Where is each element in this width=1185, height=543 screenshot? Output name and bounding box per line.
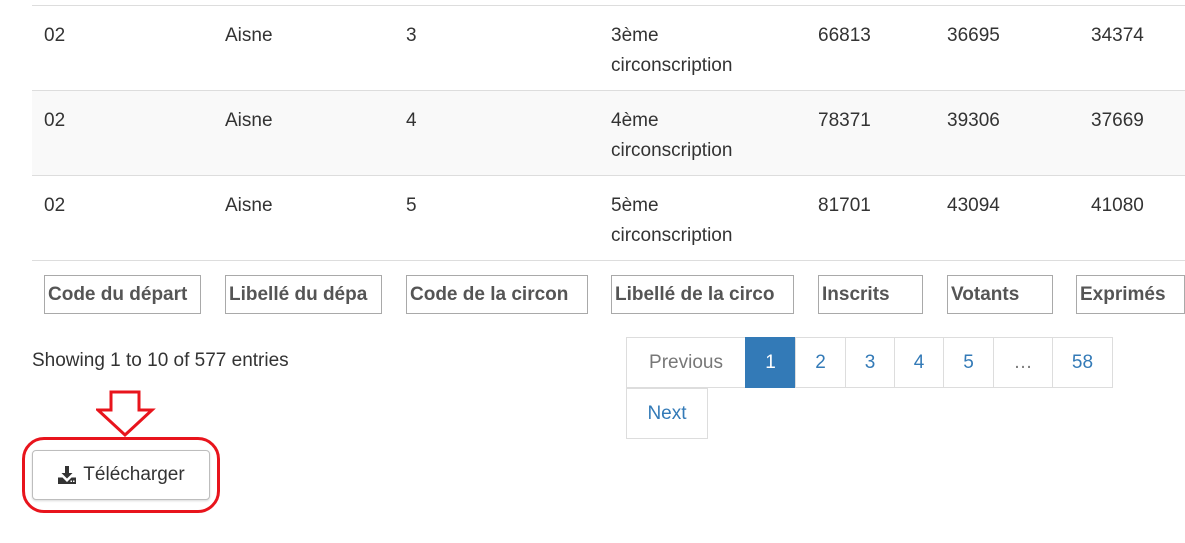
cell-circonscription-label: 3ème circonscription — [611, 25, 733, 76]
filter-circonscription-label-input[interactable] — [611, 275, 794, 314]
cell-exprimes: 34374 — [1091, 25, 1144, 46]
page-4-button[interactable]: 4 — [894, 337, 944, 388]
cell-inscrits: 78371 — [818, 110, 871, 131]
cell-votants: 43094 — [947, 195, 1000, 216]
table-row: 02 Aisne 4 4ème circonscription 78371 39… — [32, 91, 1185, 176]
page-58-button[interactable]: 58 — [1052, 337, 1113, 388]
page-5-button[interactable]: 5 — [943, 337, 994, 388]
pagination: Previous 1 2 3 4 5 … 58 Next — [626, 337, 1116, 442]
next-page-button[interactable]: Next — [626, 388, 708, 439]
cell-department-label: Aisne — [225, 195, 273, 216]
filter-row — [32, 261, 1185, 333]
page-1-button[interactable]: 1 — [745, 337, 796, 388]
cell-circonscription-label: 4ème circonscription — [611, 110, 733, 161]
table-row: 02 Aisne 5 5ème circonscription 81701 43… — [32, 176, 1185, 261]
filter-department-label-input[interactable] — [225, 275, 382, 314]
cell-circonscription-code: 3 — [406, 25, 417, 46]
previous-page-button[interactable]: Previous — [626, 337, 746, 388]
filter-inscrits-input[interactable] — [818, 275, 923, 314]
cell-inscrits: 66813 — [818, 25, 871, 46]
down-arrow-icon — [96, 390, 156, 438]
filter-circonscription-code-input[interactable] — [406, 275, 588, 314]
page-2-button[interactable]: 2 — [795, 337, 846, 388]
cell-votants: 39306 — [947, 110, 1000, 131]
download-button[interactable]: Télécharger — [32, 450, 210, 500]
page-3-button[interactable]: 3 — [845, 337, 895, 388]
cell-department-code: 02 — [44, 25, 66, 46]
cell-department-label: Aisne — [225, 25, 273, 46]
table-row: 02 Aisne 3 3ème circonscription 66813 36… — [32, 6, 1185, 91]
cell-department-label: Aisne — [225, 110, 273, 131]
download-icon — [58, 466, 77, 484]
table-info: Showing 1 to 10 of 577 entries — [32, 350, 289, 371]
data-table: 02 Aisne 3 3ème circonscription 66813 36… — [32, 5, 1185, 314]
page-ellipsis: … — [993, 337, 1053, 388]
filter-votants-input[interactable] — [947, 275, 1053, 314]
cell-inscrits: 81701 — [818, 195, 871, 216]
cell-votants: 36695 — [947, 25, 1000, 46]
cell-circonscription-code: 5 — [406, 195, 417, 216]
cell-exprimes: 37669 — [1091, 110, 1144, 131]
download-button-label: Télécharger — [83, 464, 185, 485]
cell-circonscription-label: 5ème circonscription — [611, 195, 733, 246]
cell-exprimes: 41080 — [1091, 195, 1144, 216]
cell-circonscription-code: 4 — [406, 110, 417, 131]
cell-department-code: 02 — [44, 110, 66, 131]
filter-department-code-input[interactable] — [44, 275, 201, 314]
filter-exprimes-input[interactable] — [1076, 275, 1185, 314]
cell-department-code: 02 — [44, 195, 66, 216]
